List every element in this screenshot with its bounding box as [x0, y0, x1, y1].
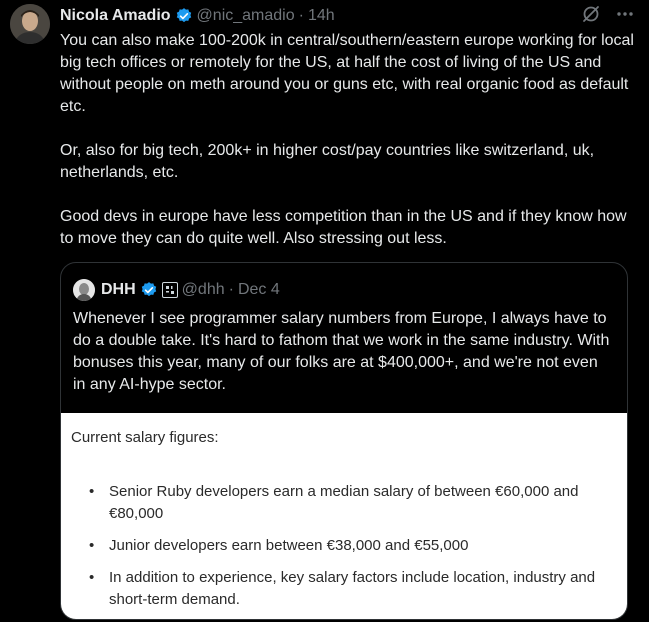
- image-heading: Current salary figures:: [71, 429, 219, 446]
- tweet-timestamp[interactable]: 14h: [308, 7, 335, 25]
- tweet-actions: [581, 4, 635, 29]
- list-item: In addition to experience, key salary fa…: [89, 567, 619, 611]
- salary-list: Senior Ruby developers earn a median sal…: [89, 481, 619, 619]
- quote-author-avatar: [73, 279, 95, 301]
- quoted-tweet[interactable]: DHH @dhh · Dec 4 Whenever I see programm…: [60, 262, 628, 620]
- tweet-paragraph: Or, also for big tech, 200k+ in higher c…: [60, 142, 595, 181]
- quote-author-name: DHH: [101, 281, 136, 298]
- grok-icon[interactable]: [581, 4, 601, 29]
- tweet-paragraph: You can also make 100-200k in central/so…: [60, 32, 634, 115]
- verified-badge-icon: [175, 7, 193, 25]
- separator-dot: ·: [228, 281, 234, 298]
- affiliation-badge-icon: [161, 282, 178, 298]
- author-handle[interactable]: @nic_amadio: [197, 7, 295, 25]
- separator-dot: ·: [298, 7, 304, 24]
- author-name[interactable]: Nicola Amadio: [60, 7, 171, 25]
- quote-verified-badge-icon: [140, 281, 158, 299]
- quote-body: Whenever I see programmer salary numbers…: [73, 310, 610, 393]
- quote-author-handle: @dhh: [181, 281, 225, 298]
- quote-header: DHH @dhh · Dec 4: [73, 277, 280, 303]
- list-item: Junior developers earn between €38,000 a…: [89, 535, 619, 557]
- quote-date: Dec 4: [237, 281, 280, 298]
- quote-image[interactable]: Current salary figures: Senior Ruby deve…: [61, 413, 627, 619]
- tweet-paragraph: Good devs in europe have less competitio…: [60, 208, 627, 247]
- tweet-header: Nicola Amadio @nic_amadio · 14h: [60, 4, 335, 28]
- author-avatar[interactable]: [10, 4, 50, 44]
- tweet-body: You can also make 100-200k in central/so…: [60, 30, 640, 272]
- list-item: Senior Ruby developers earn a median sal…: [89, 481, 619, 525]
- more-icon[interactable]: [615, 4, 635, 29]
